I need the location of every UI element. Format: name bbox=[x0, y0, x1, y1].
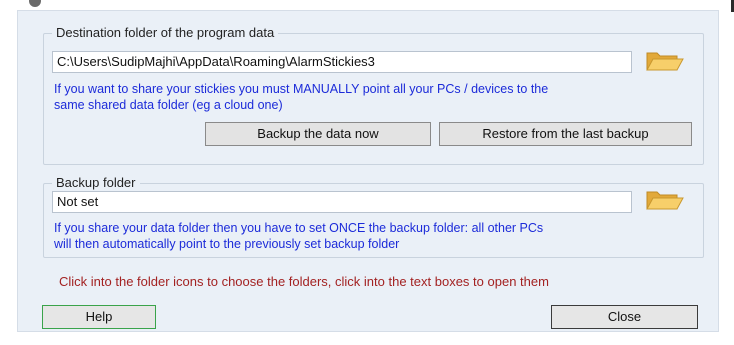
backup-group-title: Backup folder bbox=[52, 174, 140, 192]
app-icon bbox=[29, 0, 41, 7]
folder-icon[interactable] bbox=[644, 187, 684, 213]
restore-backup-button[interactable]: Restore from the last backup bbox=[439, 122, 692, 146]
backup-info-line-1: If you share your data folder then you h… bbox=[54, 221, 544, 235]
destination-info-line-1: If you want to share your stickies you m… bbox=[54, 82, 549, 96]
destination-info-line-2: same shared data folder (eg a cloud one) bbox=[54, 98, 283, 112]
destination-group: Destination folder of the program data C… bbox=[43, 24, 704, 165]
backup-info-text: If you share your data folder then you h… bbox=[54, 220, 694, 252]
backup-now-button[interactable]: Backup the data now bbox=[205, 122, 431, 146]
dialog-body: Destination folder of the program data C… bbox=[17, 10, 719, 332]
title-bar bbox=[0, 0, 734, 12]
help-button[interactable]: Help bbox=[42, 305, 156, 329]
backup-path-field[interactable]: Not set bbox=[52, 191, 632, 213]
backup-info-line-2: will then automatically point to the pre… bbox=[54, 237, 400, 251]
destination-group-title: Destination folder of the program data bbox=[52, 24, 279, 42]
folder-hint-text: Click into the folder icons to choose th… bbox=[59, 274, 549, 289]
close-button[interactable]: Close bbox=[551, 305, 698, 329]
backup-group: Backup folder Not set If you share your … bbox=[43, 174, 704, 258]
destination-path-field[interactable]: C:\Users\SudipMajhi\AppData\Roaming\Alar… bbox=[52, 51, 632, 73]
destination-info-text: If you want to share your stickies you m… bbox=[54, 81, 694, 113]
folder-icon[interactable] bbox=[644, 48, 684, 74]
options-window: Destination folder of the program data C… bbox=[0, 0, 734, 345]
